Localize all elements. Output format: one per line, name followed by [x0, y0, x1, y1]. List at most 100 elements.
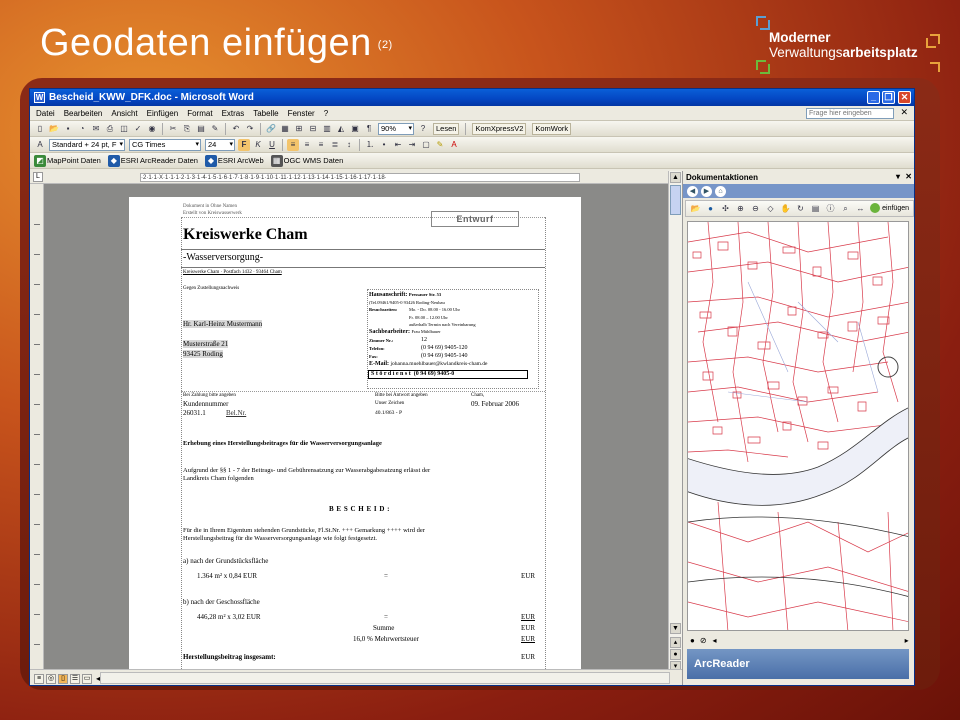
- insert-map-button[interactable]: einfügen: [870, 203, 909, 213]
- justify-icon[interactable]: ≣: [329, 139, 341, 151]
- home-icon[interactable]: ⌂: [715, 185, 726, 197]
- document-vertical-scrollbar[interactable]: ▲ ▼ ▴ ● ▾: [668, 171, 682, 672]
- cut-icon[interactable]: ✂: [167, 123, 179, 135]
- tab-selector-icon[interactable]: L: [33, 172, 43, 182]
- menu-datei[interactable]: Datei: [36, 109, 55, 118]
- print-preview-icon[interactable]: ◫: [118, 123, 130, 135]
- zoom-in-icon[interactable]: ⊕: [735, 203, 746, 215]
- close-document-icon[interactable]: ✕: [900, 107, 908, 118]
- read-button[interactable]: Lesen: [433, 122, 460, 135]
- underline-icon[interactable]: U: [266, 139, 278, 151]
- scroll-down-icon[interactable]: ▼: [670, 623, 681, 634]
- italic-icon[interactable]: K: [252, 139, 264, 151]
- back-icon[interactable]: ◀: [687, 185, 698, 197]
- print-layout-icon[interactable]: ▯: [58, 673, 68, 684]
- map-scroll-right-icon[interactable]: ▸: [905, 636, 909, 645]
- open-folder-icon[interactable]: 📂: [48, 123, 60, 135]
- globe-icon[interactable]: ●: [705, 203, 716, 215]
- measure-icon[interactable]: ↔: [855, 203, 866, 215]
- font-size-select[interactable]: 24: [205, 138, 235, 151]
- format-painter-icon[interactable]: ✎: [209, 123, 221, 135]
- mail-icon[interactable]: ✉: [90, 123, 102, 135]
- zoom-select[interactable]: 90%: [378, 122, 414, 135]
- permission-icon[interactable]: ◔: [76, 123, 88, 135]
- layers-icon[interactable]: ▤: [810, 203, 821, 215]
- menu-einfuegen[interactable]: Einfügen: [147, 109, 179, 118]
- spelling-icon[interactable]: ✓: [132, 123, 144, 135]
- menu-extras[interactable]: Extras: [222, 109, 245, 118]
- forward-icon[interactable]: ▶: [701, 185, 712, 197]
- recipient-city[interactable]: 93425 Roding: [183, 350, 223, 358]
- style-select[interactable]: Standard + 24 pt, F: [49, 138, 125, 151]
- insert-excel-icon[interactable]: ⊟: [307, 123, 319, 135]
- map-scroll-left-icon[interactable]: ◂: [713, 636, 717, 645]
- pane-menu-icon[interactable]: ▾: [896, 172, 900, 181]
- save-icon[interactable]: ▪: [62, 123, 74, 135]
- menu-fenster[interactable]: Fenster: [288, 109, 315, 118]
- align-left-icon[interactable]: ≡: [287, 138, 299, 151]
- increase-indent-icon[interactable]: ⇥: [406, 139, 418, 151]
- esri-arcweb-button[interactable]: ESRI ArcWeb: [218, 156, 264, 165]
- scroll-thumb[interactable]: [670, 185, 681, 215]
- browse-object-icon[interactable]: ●: [670, 649, 681, 660]
- select-icon[interactable]: ✣: [720, 203, 731, 215]
- map-info-icon[interactable]: ●: [690, 636, 695, 645]
- web-view-icon[interactable]: ◎: [46, 673, 56, 684]
- line-spacing-icon[interactable]: ↕: [343, 139, 355, 151]
- font-select[interactable]: CG Times: [129, 138, 201, 151]
- previous-page-icon[interactable]: ▴: [670, 637, 681, 648]
- zoom-out-icon[interactable]: ⊖: [750, 203, 761, 215]
- refresh-icon[interactable]: ↻: [795, 203, 806, 215]
- undo-icon[interactable]: ↶: [230, 123, 242, 135]
- scroll-up-icon[interactable]: ▲: [670, 172, 681, 183]
- map-link-icon[interactable]: ⊘: [700, 636, 707, 645]
- menu-format[interactable]: Format: [187, 109, 212, 118]
- paste-icon[interactable]: ▤: [195, 123, 207, 135]
- highlight-icon[interactable]: ✎: [434, 139, 446, 151]
- identify-icon[interactable]: ⓘ: [825, 203, 836, 215]
- hyperlink-icon[interactable]: 🔗: [265, 123, 277, 135]
- outline-view-icon[interactable]: ☰: [70, 673, 80, 684]
- help-icon[interactable]: ?: [417, 123, 429, 135]
- normal-view-icon[interactable]: ≡: [34, 673, 44, 684]
- columns-icon[interactable]: ▥: [321, 123, 333, 135]
- research-icon[interactable]: ◉: [146, 123, 158, 135]
- numbering-icon[interactable]: ⒈: [364, 139, 376, 151]
- reading-view-icon[interactable]: ▭: [82, 673, 92, 684]
- komwork-button[interactable]: KomWork: [532, 122, 572, 135]
- recipient-name[interactable]: Hr. Karl-Heinz Mustermann: [183, 320, 263, 328]
- document-horizontal-scrollbar[interactable]: [100, 672, 670, 684]
- drawing-icon[interactable]: ◭: [335, 123, 347, 135]
- font-color-icon[interactable]: A: [448, 139, 460, 151]
- minimize-button[interactable]: _: [867, 91, 880, 104]
- menu-bearbeiten[interactable]: Bearbeiten: [64, 109, 103, 118]
- document-area[interactable]: Dokument in Ohne Namen Erstellt von Krei…: [44, 184, 668, 669]
- document-page[interactable]: Dokument in Ohne Namen Erstellt von Krei…: [129, 197, 581, 669]
- new-document-icon[interactable]: ▯: [34, 123, 46, 135]
- document-map-icon[interactable]: ▣: [349, 123, 361, 135]
- recipient-street[interactable]: Musterstraße 21: [183, 340, 229, 348]
- show-formatting-icon[interactable]: ¶: [363, 123, 375, 135]
- find-icon[interactable]: ⌕: [840, 203, 851, 215]
- komxpress-button[interactable]: KomXpressV2: [472, 122, 527, 135]
- mappoint-button[interactable]: MapPoint Daten: [47, 156, 101, 165]
- ask-question-input[interactable]: Frage hier eingeben: [806, 108, 894, 119]
- copy-icon[interactable]: ⎘: [181, 123, 193, 135]
- vertical-ruler[interactable]: [30, 184, 44, 669]
- maximize-button[interactable]: ❐: [882, 91, 895, 104]
- cadastral-map[interactable]: [688, 222, 909, 631]
- close-button[interactable]: ✕: [898, 91, 911, 104]
- insert-table-icon[interactable]: ⊞: [293, 123, 305, 135]
- bullets-icon[interactable]: •: [378, 139, 390, 151]
- align-center-icon[interactable]: ≡: [301, 139, 313, 151]
- tables-borders-icon[interactable]: ▦: [279, 123, 291, 135]
- print-icon[interactable]: ⎙: [104, 123, 116, 135]
- esri-arcreader-button[interactable]: ESRI ArcReader Daten: [121, 156, 198, 165]
- word-app-icon[interactable]: W: [34, 92, 45, 103]
- redo-icon[interactable]: ↷: [244, 123, 256, 135]
- full-extent-icon[interactable]: ◇: [765, 203, 776, 215]
- open-map-icon[interactable]: 📂: [690, 203, 701, 215]
- pan-icon[interactable]: ✋: [780, 203, 791, 215]
- decrease-indent-icon[interactable]: ⇤: [392, 139, 404, 151]
- styles-pane-icon[interactable]: A: [34, 139, 46, 151]
